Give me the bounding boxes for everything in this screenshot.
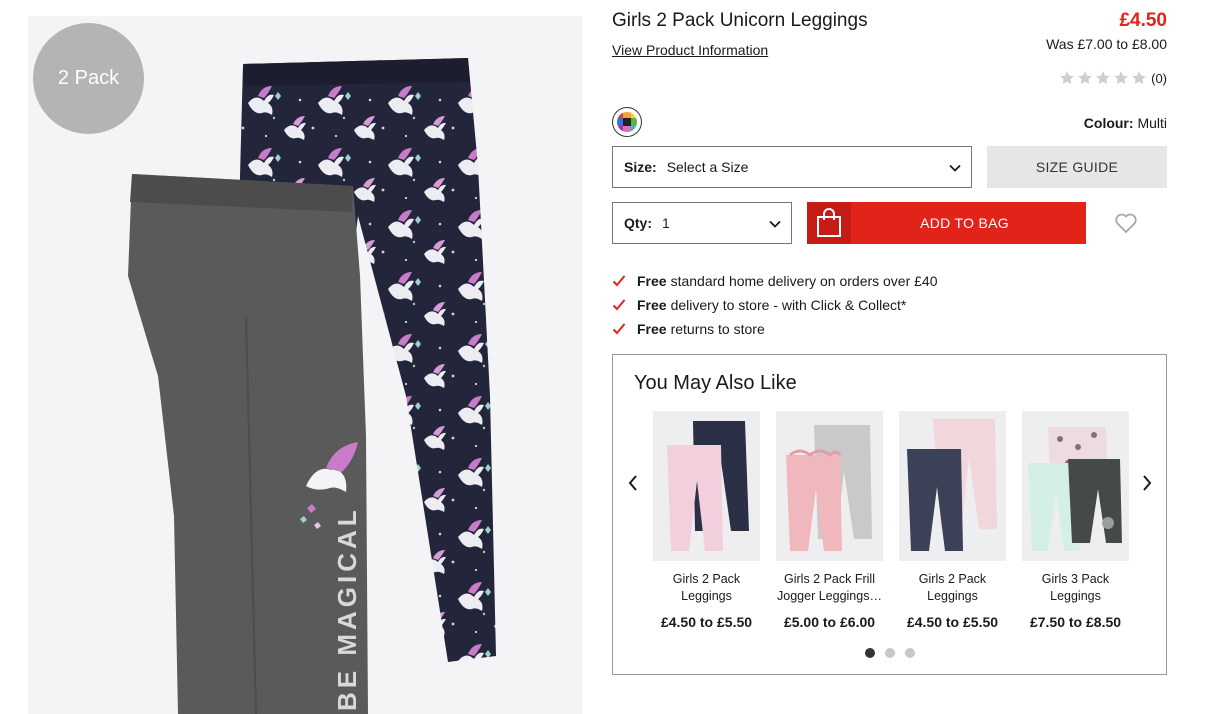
product-thumbnail	[776, 411, 883, 561]
chevron-right-icon	[1143, 475, 1152, 491]
product-price: £5.00 to £6.00	[783, 614, 876, 630]
star-icon	[1114, 71, 1128, 85]
product-name: Girls 2 Pack Frill Jogger Leggings…	[777, 572, 882, 603]
colour-swatch[interactable]	[612, 107, 642, 137]
product-name: Girls 2 Pack Leggings (9mths-…	[672, 572, 741, 603]
qty-label: Qty:	[624, 215, 652, 231]
recommendation-card[interactable]: Girls 2 Pack Leggings (9mths-… £4.50 to …	[899, 411, 1006, 630]
star-icon	[1078, 71, 1092, 85]
delivery-bold: Free	[637, 273, 667, 289]
product-image[interactable]: BE MAGICAL 2 Pack	[28, 16, 582, 714]
add-to-bag-button[interactable]: ADD TO BAG	[807, 202, 1086, 244]
delivery-home: Free standard home delivery on orders ov…	[612, 273, 938, 289]
carousel-dots	[865, 648, 915, 658]
price: £4.50	[1119, 10, 1167, 31]
checkmark-icon	[612, 275, 626, 287]
colour-swatch-icon	[617, 112, 637, 132]
carousel-dot[interactable]	[865, 648, 875, 658]
product-name: Girls 2 Pack Leggings (9mths-…	[918, 572, 987, 603]
recommendation-card[interactable]: Girls 2 Pack Leggings (9mths-… £4.50 to …	[653, 411, 760, 630]
quantity-select[interactable]: Qty: 1	[612, 202, 792, 244]
product-name: Girls 3 Pack Leggings (9mths-…	[1041, 572, 1110, 603]
delivery-click-collect: Free delivery to store - with Click & Co…	[612, 297, 906, 313]
size-guide-button[interactable]: SIZE GUIDE	[987, 146, 1167, 188]
product-title: Girls 2 Pack Unicorn Leggings	[612, 10, 868, 31]
carousel-dot[interactable]	[905, 648, 915, 658]
carousel-next-button[interactable]	[1138, 473, 1156, 493]
product-thumbnail	[1022, 411, 1129, 561]
product-thumbnail	[653, 411, 760, 561]
carousel-prev-button[interactable]	[624, 473, 642, 493]
chevron-down-icon	[949, 164, 961, 172]
rating-count: (0)	[1151, 70, 1167, 86]
was-price: Was £7.00 to £8.00	[1046, 36, 1167, 52]
size-label: Size:	[624, 159, 657, 175]
delivery-bold: Free	[637, 321, 667, 337]
rating[interactable]: (0)	[1059, 70, 1167, 86]
delivery-text: delivery to store - with Click & Collect…	[670, 297, 907, 313]
colour-text: Colour: Multi	[1084, 115, 1167, 131]
shopping-bag-icon	[817, 208, 841, 237]
star-icon	[1096, 71, 1110, 85]
delivery-bold: Free	[637, 297, 667, 313]
star-icon	[1132, 71, 1146, 85]
delivery-returns: Free returns to store	[612, 321, 765, 337]
heart-icon[interactable]	[1114, 212, 1138, 234]
colour-value: Multi	[1137, 115, 1167, 131]
you-may-also-like: You May Also Like Girls 2 Pack Leggings …	[612, 354, 1167, 675]
recommendation-card[interactable]: Girls 3 Pack Leggings (9mths-… £7.50 to …	[1022, 411, 1129, 630]
qty-value: 1	[662, 215, 670, 231]
product-price: £4.50 to £5.50	[906, 614, 999, 630]
checkmark-icon	[612, 299, 626, 311]
star-icon	[1060, 71, 1074, 85]
delivery-text: returns to store	[670, 321, 765, 337]
ymal-title: You May Also Like	[634, 372, 797, 394]
pack-badge: 2 Pack	[33, 23, 144, 134]
size-value: Select a Size	[666, 159, 749, 175]
product-price: £7.50 to £8.50	[1029, 614, 1122, 630]
carousel-dot[interactable]	[885, 648, 895, 658]
delivery-text: standard home delivery on orders over £4…	[670, 273, 938, 289]
chevron-down-icon	[769, 220, 781, 228]
view-product-info-link[interactable]: View Product Information	[612, 42, 768, 58]
colour-label: Colour:	[1083, 115, 1134, 131]
bag-icon-box	[807, 202, 851, 244]
product-thumbnail	[899, 411, 1006, 561]
size-select[interactable]: Size: Select a Size	[612, 146, 972, 188]
product-price: £4.50 to £5.50	[660, 614, 753, 630]
recommendation-card[interactable]: Girls 2 Pack Frill Jogger Leggings… £5.0…	[776, 411, 883, 630]
checkmark-icon	[612, 323, 626, 335]
chevron-left-icon	[628, 475, 637, 491]
leggings-slogan: BE MAGICAL	[332, 506, 362, 711]
add-to-bag-label: ADD TO BAG	[920, 215, 1009, 231]
